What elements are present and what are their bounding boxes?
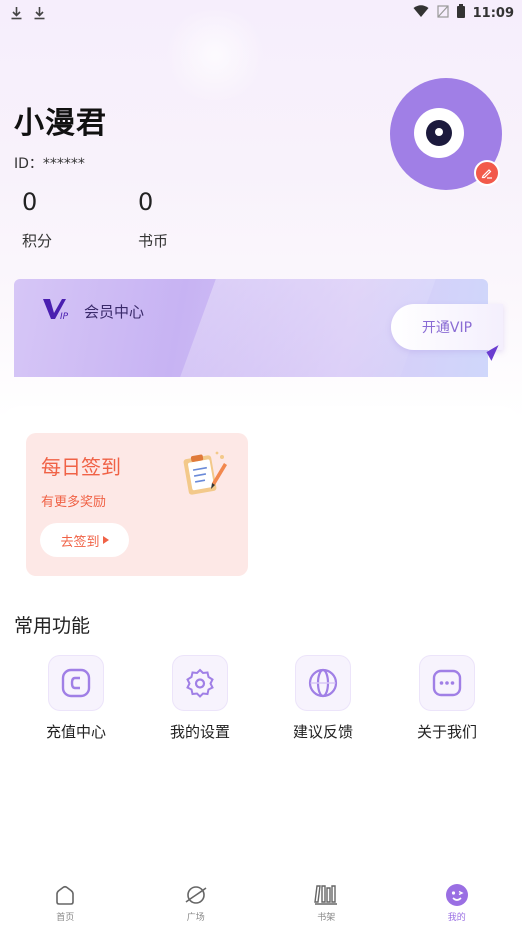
func-label: 建议反馈 bbox=[292, 723, 353, 741]
svg-text:IP: IP bbox=[60, 312, 69, 321]
recharge-icon bbox=[48, 655, 104, 711]
func-label: 充值中心 bbox=[45, 723, 106, 741]
stat-points[interactable]: 0 积分 bbox=[22, 188, 52, 251]
profile-face-icon bbox=[444, 882, 470, 908]
func-label: 我的设置 bbox=[169, 723, 230, 741]
triangle-right-icon bbox=[102, 533, 109, 548]
tab-square[interactable]: 广场 bbox=[131, 870, 262, 928]
edit-profile-button[interactable] bbox=[474, 160, 500, 186]
clipboard-icon bbox=[182, 449, 228, 499]
avatar-eye bbox=[414, 108, 464, 158]
func-item-recharge[interactable]: 充值中心 bbox=[21, 655, 131, 742]
pencil-icon bbox=[481, 164, 493, 183]
bookshelf-icon bbox=[313, 882, 339, 908]
stat-coins[interactable]: 0 书币 bbox=[138, 188, 168, 251]
signal-off-icon bbox=[437, 4, 449, 22]
about-icon bbox=[419, 655, 475, 711]
stat-value: 0 bbox=[138, 188, 154, 216]
user-id: ID：****** bbox=[14, 156, 85, 172]
stat-label: 书币 bbox=[138, 232, 169, 250]
func-item-feedback[interactable]: 建议反馈 bbox=[268, 655, 378, 742]
status-bar: 11:09 bbox=[0, 0, 522, 26]
battery-icon bbox=[456, 4, 465, 22]
vip-title: 会员中心 bbox=[84, 303, 145, 321]
avatar-pupil bbox=[426, 120, 452, 146]
tab-label: 广场 bbox=[186, 913, 205, 923]
func-item-about[interactable]: 关于我们 bbox=[392, 655, 502, 742]
section-title-common-functions: 常用功能 bbox=[14, 615, 91, 637]
tab-home[interactable]: 首页 bbox=[0, 870, 131, 928]
func-item-settings[interactable]: 我的设置 bbox=[145, 655, 255, 742]
home-icon bbox=[52, 882, 78, 908]
checkin-button[interactable]: 去签到 bbox=[40, 523, 129, 557]
feedback-icon bbox=[295, 655, 351, 711]
vip-logo-icon: IP bbox=[42, 297, 76, 322]
wifi-icon bbox=[413, 4, 429, 22]
tab-mine[interactable]: 我的 bbox=[392, 870, 522, 928]
tab-label: 首页 bbox=[56, 913, 75, 923]
tab-bookshelf[interactable]: 书架 bbox=[261, 870, 392, 928]
checkin-subtitle: 有更多奖励 bbox=[41, 495, 107, 510]
avatar-container[interactable] bbox=[390, 78, 502, 190]
checkin-button-label: 去签到 bbox=[60, 534, 100, 550]
daily-checkin-card[interactable]: 每日签到 有更多奖励 去签到 bbox=[26, 433, 248, 576]
download-icon bbox=[10, 6, 23, 20]
tab-label: 书架 bbox=[317, 913, 336, 923]
checkin-title: 每日签到 bbox=[41, 455, 121, 479]
stat-value: 0 bbox=[22, 188, 38, 216]
tab-label: 我的 bbox=[447, 913, 466, 923]
status-time: 11:09 bbox=[472, 5, 514, 21]
status-right: 11:09 bbox=[413, 4, 514, 22]
download-icon bbox=[33, 6, 46, 20]
func-label: 关于我们 bbox=[416, 723, 477, 741]
settings-icon bbox=[172, 655, 228, 711]
bottom-tab-bar: 首页 广场 书架 我的 bbox=[0, 870, 522, 928]
planet-icon bbox=[183, 882, 209, 908]
open-vip-button[interactable]: 开通VIP bbox=[391, 304, 503, 350]
username: 小漫君 bbox=[14, 106, 107, 141]
stat-label: 积分 bbox=[22, 232, 53, 250]
status-left bbox=[10, 6, 46, 20]
